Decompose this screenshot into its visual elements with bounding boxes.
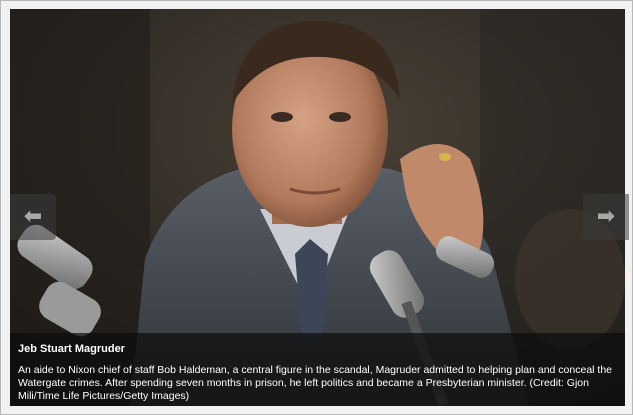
arrow-right-icon: ➡: [596, 204, 616, 229]
arrow-left-icon: ⬅: [23, 204, 43, 229]
next-slide-button[interactable]: ➡: [583, 194, 629, 240]
caption-title: Jeb Stuart Magruder: [18, 343, 125, 355]
previous-slide-button[interactable]: ⬅: [10, 194, 56, 240]
slide-caption: Jeb Stuart Magruder An aide to Nixon chi…: [10, 333, 625, 406]
slideshow-frame: ⬅ ➡ Jeb Stuart Magruder An aide to Nixon…: [0, 0, 633, 415]
caption-body: An aide to Nixon chief of staff Bob Hald…: [18, 364, 613, 402]
